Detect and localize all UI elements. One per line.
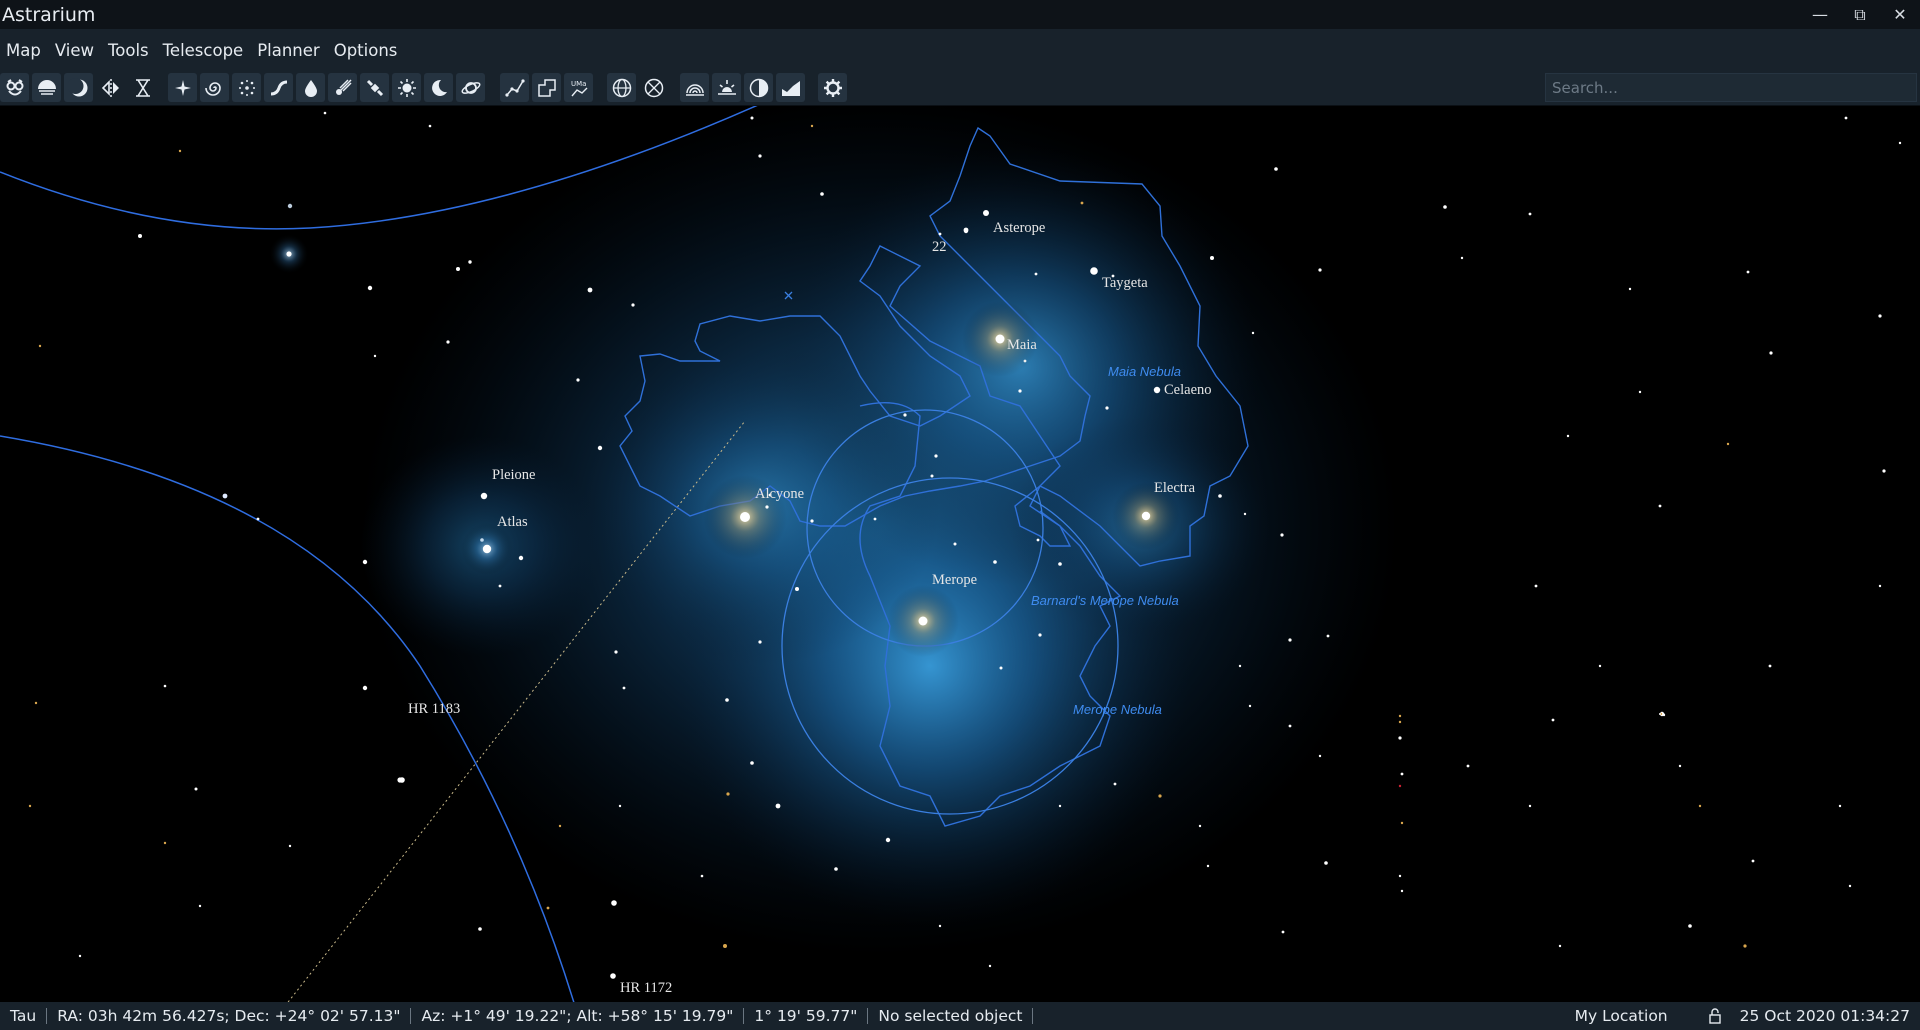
satellite-icon[interactable] [360, 73, 389, 102]
window-title: Astrarium [2, 3, 96, 26]
status-location[interactable]: My Location [1565, 1007, 1678, 1025]
sunrise-icon[interactable] [712, 73, 741, 102]
toolbar: UMa [0, 71, 1920, 106]
astrarium-window: Astrarium — ⧉ ✕ Map View Tools Telescope… [0, 0, 1920, 1030]
label-hr-1183[interactable]: HR 1183 [408, 701, 460, 717]
menu-telescope[interactable]: Telescope [157, 41, 250, 60]
status-separator [1032, 1008, 1034, 1024]
search-input[interactable] [1545, 73, 1917, 102]
sky-map-canvas[interactable]: Asterope 22 Taygeta Maia Celaeno Pleione… [0, 106, 1920, 1002]
label-maia-nebula[interactable]: Maia Nebula [1108, 364, 1181, 379]
label-22[interactable]: 22 [932, 239, 947, 255]
label-alcyone[interactable]: Alcyone [755, 486, 804, 502]
landscape-icon[interactable] [776, 73, 805, 102]
svg-text:UMa: UMa [571, 80, 586, 88]
menu-tools[interactable]: Tools [102, 41, 155, 60]
status-right-group: My Location 25 Oct 2020 01:34:27 [1565, 1002, 1920, 1030]
status-bar: Tau RA: 03h 42m 56.427s; Dec: +24° 02' 5… [0, 1002, 1920, 1030]
label-electra[interactable]: Electra [1154, 480, 1196, 496]
label-celaeno[interactable]: Celaeno [1164, 382, 1212, 398]
status-datetime[interactable]: 25 Oct 2020 01:34:27 [1730, 1007, 1920, 1025]
constellation-lines-icon[interactable] [500, 73, 529, 102]
horizontal-grid-icon[interactable] [639, 73, 668, 102]
constellation-borders-icon[interactable] [532, 73, 561, 102]
horizon-icon[interactable] [680, 73, 709, 102]
settings-icon[interactable] [818, 73, 847, 102]
status-horizontal-coords: Az: +1° 49' 19.22"; Alt: +58° 15' 19.79" [421, 1007, 734, 1025]
cluster-icon[interactable] [232, 73, 261, 102]
status-constellation: Tau [10, 1007, 37, 1025]
label-asterope[interactable]: Asterope [993, 220, 1045, 236]
crescent-icon[interactable] [424, 73, 453, 102]
lock-icon[interactable] [1678, 1008, 1730, 1024]
menu-options[interactable]: Options [328, 41, 404, 60]
comet-icon[interactable] [328, 73, 357, 102]
label-barnards-merope-nebula[interactable]: Barnard's Merope Nebula [1031, 593, 1179, 608]
menu-map[interactable]: Map [0, 41, 47, 60]
label-pleione[interactable]: Pleione [492, 467, 536, 483]
label-maia[interactable]: Maia [1007, 337, 1037, 353]
restore-button[interactable]: ⧉ [1840, 0, 1880, 29]
window-controls: — ⧉ ✕ [1800, 0, 1920, 29]
menu-planner[interactable]: Planner [251, 41, 326, 60]
status-selected-object: No selected object [878, 1007, 1023, 1025]
nebula-glow [360, 106, 1400, 956]
hourglass-icon[interactable] [128, 73, 157, 102]
minimize-button[interactable]: — [1800, 0, 1840, 29]
label-atlas[interactable]: Atlas [497, 514, 528, 530]
moon-phase-icon[interactable] [64, 73, 93, 102]
label-hr-1172[interactable]: HR 1172 [620, 980, 672, 996]
planet-icon[interactable] [456, 73, 485, 102]
status-field-of-view: 1° 19' 59.77" [754, 1007, 858, 1025]
lunar-eclipse-icon[interactable] [744, 73, 773, 102]
milky-way-icon[interactable] [264, 73, 293, 102]
equatorial-grid-icon[interactable] [607, 73, 636, 102]
ground-icon[interactable] [32, 73, 61, 102]
sun-icon[interactable] [392, 73, 421, 102]
galaxy-icon[interactable] [200, 73, 229, 102]
constellation-labels-icon[interactable]: UMa [564, 73, 593, 102]
label-taygeta[interactable]: Taygeta [1102, 275, 1148, 291]
menu-bar: Map View Tools Telescope Planner Options [0, 29, 1920, 71]
label-merope[interactable]: Merope [932, 572, 977, 588]
drop-icon[interactable] [296, 73, 325, 102]
stars-icon[interactable] [168, 73, 197, 102]
mirror-icon[interactable] [96, 73, 125, 102]
title-bar: Astrarium — ⧉ ✕ [0, 0, 1920, 29]
label-merope-nebula[interactable]: Merope Nebula [1073, 702, 1162, 717]
status-equatorial-coords: RA: 03h 42m 56.427s; Dec: +24° 02' 57.13… [57, 1007, 401, 1025]
sky-map[interactable]: Asterope 22 Taygeta Maia Celaeno Pleione… [0, 106, 1920, 1002]
close-button[interactable]: ✕ [1880, 0, 1920, 29]
menu-view[interactable]: View [49, 41, 100, 60]
owl-icon[interactable] [0, 73, 29, 102]
